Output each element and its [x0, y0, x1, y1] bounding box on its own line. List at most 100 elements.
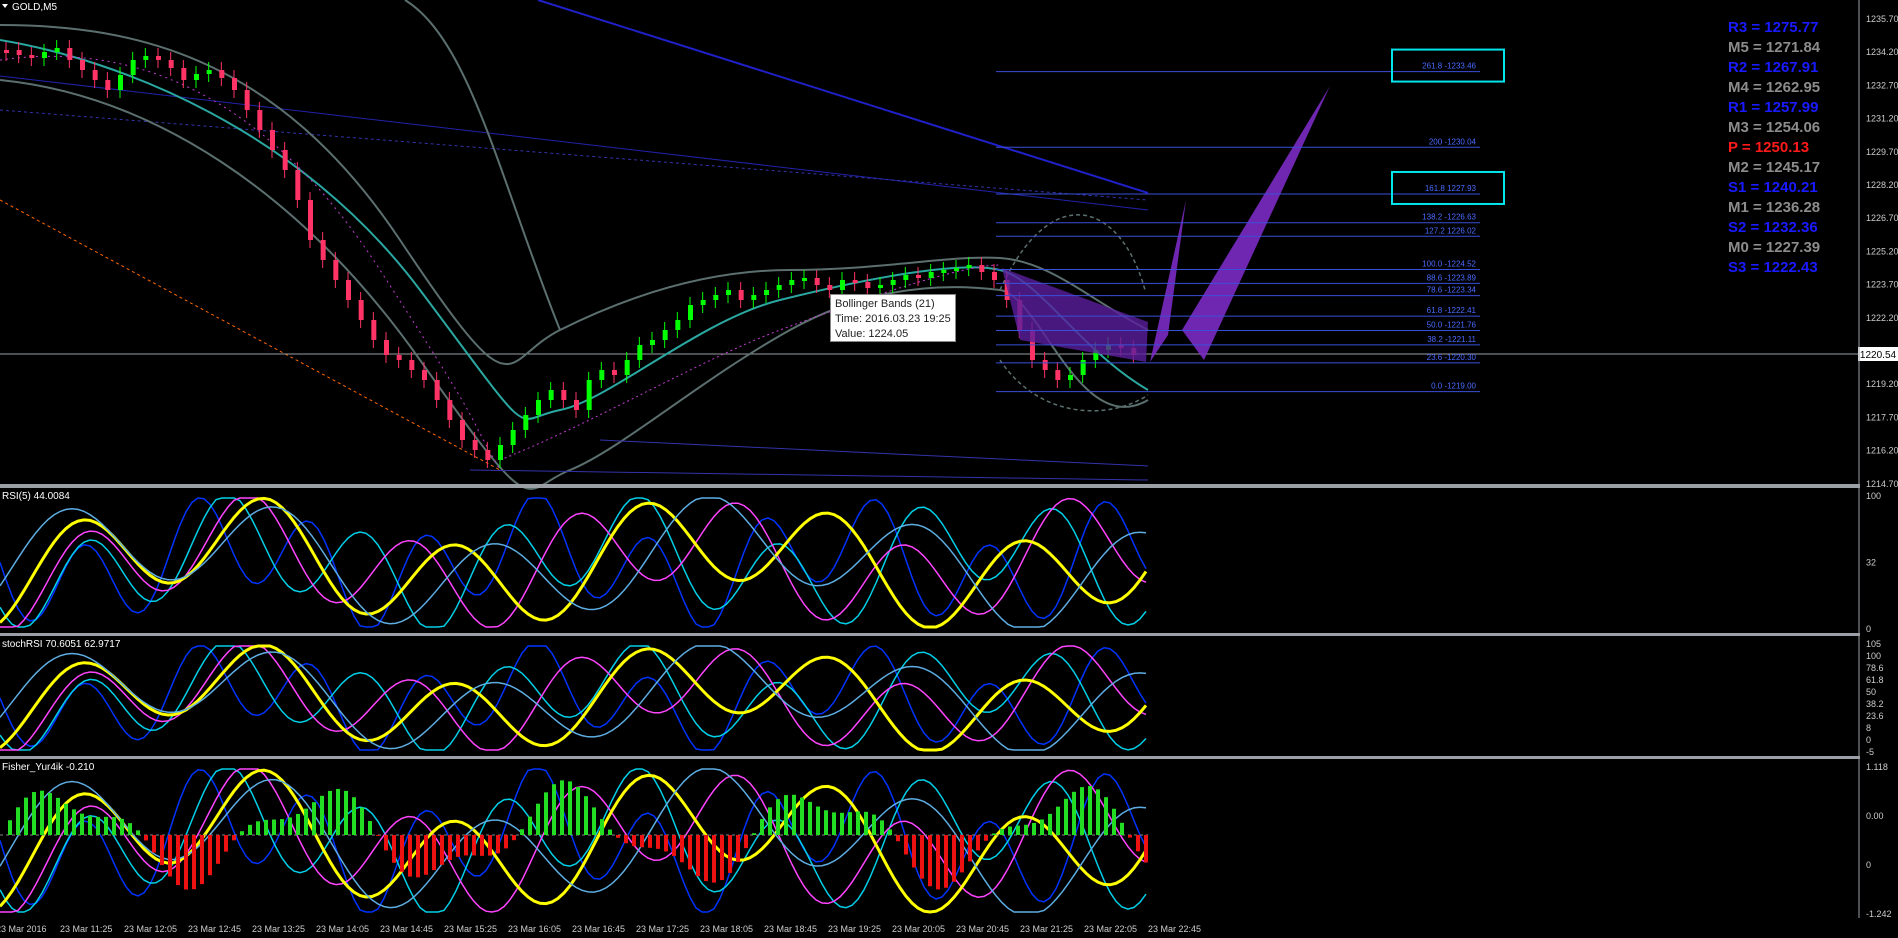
fisher-histogram-bar: [808, 801, 812, 835]
fisher-histogram-bar: [704, 835, 708, 882]
fisher-histogram-bar: [344, 790, 348, 835]
fisher-histogram-bar: [664, 835, 668, 852]
fisher-histogram-bar: [840, 812, 844, 835]
indicator-line: [0, 645, 1147, 751]
fisher-histogram-bar: [56, 797, 60, 835]
panel-separator-2[interactable]: [0, 633, 1860, 636]
fib-label: 78.6 -1223.34: [1427, 286, 1477, 295]
price-axis-label: 1222.20: [1866, 313, 1898, 323]
fisher-histogram-bar: [592, 807, 596, 835]
fisher-histogram-bar: [448, 835, 452, 861]
trading-chart[interactable]: 261.8 -1233.46 200 -1230.04 161.8 1227.93 1…: [0, 0, 1898, 938]
candle-body: [371, 320, 377, 340]
candle-body: [434, 380, 440, 400]
fisher-histogram-bar: [440, 835, 444, 865]
fisher-histogram-bar: [736, 835, 740, 862]
fisher-histogram-bar: [880, 820, 884, 835]
candle-body: [447, 400, 453, 420]
fisher-histogram-bar: [376, 835, 380, 836]
fisher-histogram-bar: [976, 835, 980, 851]
fisher-histogram-bar: [1080, 787, 1084, 835]
fib-label: 127.2 1226.02: [1425, 226, 1477, 235]
fisher-histogram-bar: [352, 797, 356, 835]
fisher-histogram-bar: [816, 806, 820, 835]
fisher-histogram-bar: [360, 807, 364, 835]
current-price-label: 1220.54: [1860, 350, 1897, 361]
indicator-level-label: 100: [1866, 651, 1881, 661]
fisher-histogram-bar: [824, 810, 828, 835]
fisher-histogram-bar: [1128, 835, 1132, 838]
fisher-panel[interactable]: Fisher_Yur4ik -0.210 1.118 0.00 0 -1.242: [0, 762, 1892, 919]
fisher-histogram-bar: [168, 835, 172, 877]
candle-body: [295, 170, 301, 200]
fisher-histogram-bar: [1144, 835, 1148, 863]
fisher-histogram-bar: [88, 816, 92, 835]
candle-body: [624, 360, 630, 375]
fib-label: 138.2 -1226.63: [1422, 213, 1476, 222]
fisher-histogram-bar: [528, 816, 532, 835]
fisher-histogram-bar: [472, 835, 476, 856]
price-axis-label: 1217.70: [1866, 412, 1898, 422]
candle-body: [738, 290, 744, 300]
candle-body: [941, 270, 947, 273]
fisher-histogram-bar: [304, 808, 308, 835]
fisher-histogram-bar: [1096, 789, 1100, 835]
fib-label: 38.2 -1221.11: [1427, 335, 1476, 344]
indicator-level-label: 105: [1866, 639, 1881, 649]
fisher-histogram-bar: [1048, 813, 1052, 835]
candle-body: [358, 300, 364, 320]
fisher-histogram-bar: [776, 799, 780, 835]
pivot-level: M1 = 1236.28: [1728, 199, 1821, 216]
indicator-level-label: -5: [1866, 747, 1874, 757]
indicator-line: [0, 497, 1147, 628]
candle-body: [460, 420, 465, 440]
candle-body: [1080, 360, 1086, 375]
candle-body: [510, 430, 516, 445]
pivot-level: S1 = 1240.21: [1728, 179, 1818, 196]
candle-body: [662, 330, 668, 340]
fisher-histogram-bar: [416, 835, 420, 878]
candle-body: [105, 80, 111, 90]
candle-body: [650, 340, 655, 345]
fisher-histogram-bar: [80, 813, 84, 835]
candle-body: [599, 370, 605, 380]
candle-body: [878, 285, 883, 288]
candle-body: [130, 60, 136, 75]
panel-separator-1[interactable]: [0, 484, 1860, 488]
fisher-histogram-bar: [696, 835, 700, 877]
candle-body: [726, 290, 731, 295]
candle-body: [827, 285, 833, 290]
panel-separator-3[interactable]: [0, 756, 1860, 759]
fisher-histogram-bar: [616, 835, 620, 838]
fisher-histogram-bar: [136, 830, 140, 835]
fib-label: 61.8 -1222.41: [1427, 306, 1477, 315]
candle-body: [333, 260, 339, 280]
fisher-histogram-bar: [640, 835, 644, 848]
stochrsi-panel[interactable]: stochRSI 70.6051 62.9717 105 100 78.6 61.8 50…: [0, 639, 1884, 757]
fisher-histogram-bar: [928, 835, 932, 887]
pivot-level: M3 = 1254.06: [1728, 119, 1821, 136]
time-axis-label: 23 Mar 19:25: [828, 924, 881, 934]
candle-body: [181, 68, 187, 80]
purple-pattern-shapes: [1002, 86, 1330, 362]
fisher-histogram-bar: [1000, 828, 1004, 835]
fisher-histogram-bar: [728, 835, 732, 873]
candle-body: [320, 240, 326, 260]
rsi-panel[interactable]: RSI(5) 44.0084 100 32 0: [0, 491, 1881, 634]
time-axis-label: 23 Mar 17:25: [636, 924, 689, 934]
price-axis-label: 1219.20: [1866, 379, 1898, 389]
candle-body: [979, 265, 985, 272]
fisher-histogram-bar: [1024, 824, 1028, 835]
fisher-histogram-bar: [984, 835, 988, 841]
time-axis-label: 23 Mar 13:25: [252, 924, 305, 934]
candle-body: [54, 48, 60, 52]
symbol-dropdown-icon[interactable]: [2, 4, 8, 8]
price-panel[interactable]: 261.8 -1233.46 200 -1230.04 161.8 1227.93 1…: [0, 0, 1898, 490]
fisher-histogram-bar: [456, 835, 460, 857]
fisher-histogram-bar: [1008, 826, 1012, 835]
fisher-histogram-bar: [264, 819, 268, 835]
fisher-histogram-bar: [384, 835, 388, 851]
time-axis-label: 23 Mar 18:45: [764, 924, 817, 934]
fisher-histogram-bar: [1112, 808, 1116, 835]
candle-body: [688, 305, 693, 320]
